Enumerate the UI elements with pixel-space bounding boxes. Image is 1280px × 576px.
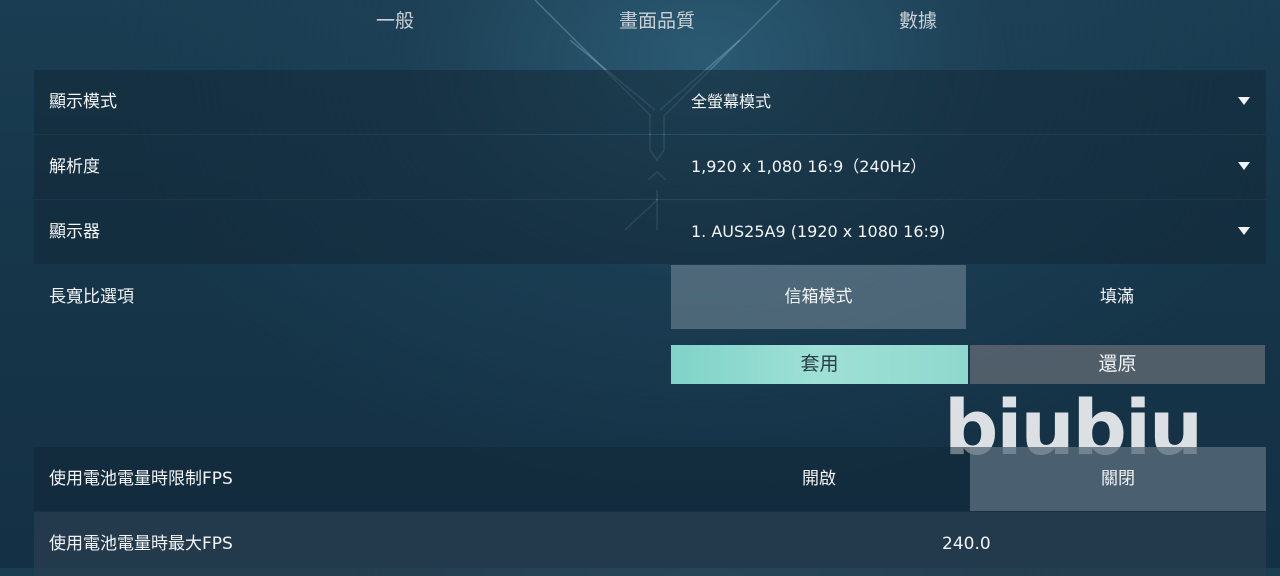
dropdown-caret-icon[interactable] [1238, 97, 1250, 105]
max-fps-battery-value[interactable]: 240.0 [942, 512, 991, 576]
reset-button[interactable]: 還原 [970, 345, 1265, 384]
monitor-label: 顯示器 [49, 222, 100, 242]
tab-general[interactable]: 一般 [376, 6, 414, 33]
display-mode-value[interactable]: 全螢幕模式 [691, 70, 771, 134]
apply-button[interactable]: 套用 [671, 345, 968, 384]
aspect-ratio-label: 長寬比選項 [49, 287, 134, 307]
max-fps-battery-label: 使用電池電量時最大FPS [49, 534, 233, 554]
limit-fps-battery-label: 使用電池電量時限制FPS [49, 469, 233, 489]
display-mode-label: 顯示模式 [49, 92, 117, 112]
tab-graphics-quality[interactable]: 畫面品質 [619, 6, 695, 33]
limit-fps-off-option[interactable]: 關閉 [970, 447, 1266, 511]
limit-fps-on-option[interactable]: 開啟 [671, 447, 967, 511]
display-mode-row[interactable]: 顯示模式 全螢幕模式 [34, 70, 1266, 134]
resolution-label: 解析度 [49, 157, 100, 177]
resolution-value[interactable]: 1,920 x 1,080 16:9（240Hz） [691, 135, 926, 199]
aspect-option-letterbox[interactable]: 信箱模式 [671, 265, 966, 329]
monitor-value[interactable]: 1. AUS25A9 (1920 x 1080 16:9) [691, 200, 945, 264]
tab-bar: 一般 畫面品質 數據 [0, 0, 1280, 40]
max-fps-battery-row[interactable]: 使用電池電量時最大FPS 240.0 [34, 512, 1266, 576]
limit-fps-battery-row: 使用電池電量時限制FPS 開啟 關閉 [34, 447, 1266, 511]
dropdown-caret-icon[interactable] [1238, 227, 1250, 235]
aspect-ratio-row: 長寬比選項 信箱模式 填滿 [34, 265, 1266, 329]
tab-stats[interactable]: 數據 [899, 6, 937, 33]
monitor-row[interactable]: 顯示器 1. AUS25A9 (1920 x 1080 16:9) [34, 200, 1266, 264]
aspect-option-fill[interactable]: 填滿 [968, 265, 1266, 329]
resolution-row[interactable]: 解析度 1,920 x 1,080 16:9（240Hz） [34, 135, 1266, 199]
dropdown-caret-icon[interactable] [1238, 162, 1250, 170]
